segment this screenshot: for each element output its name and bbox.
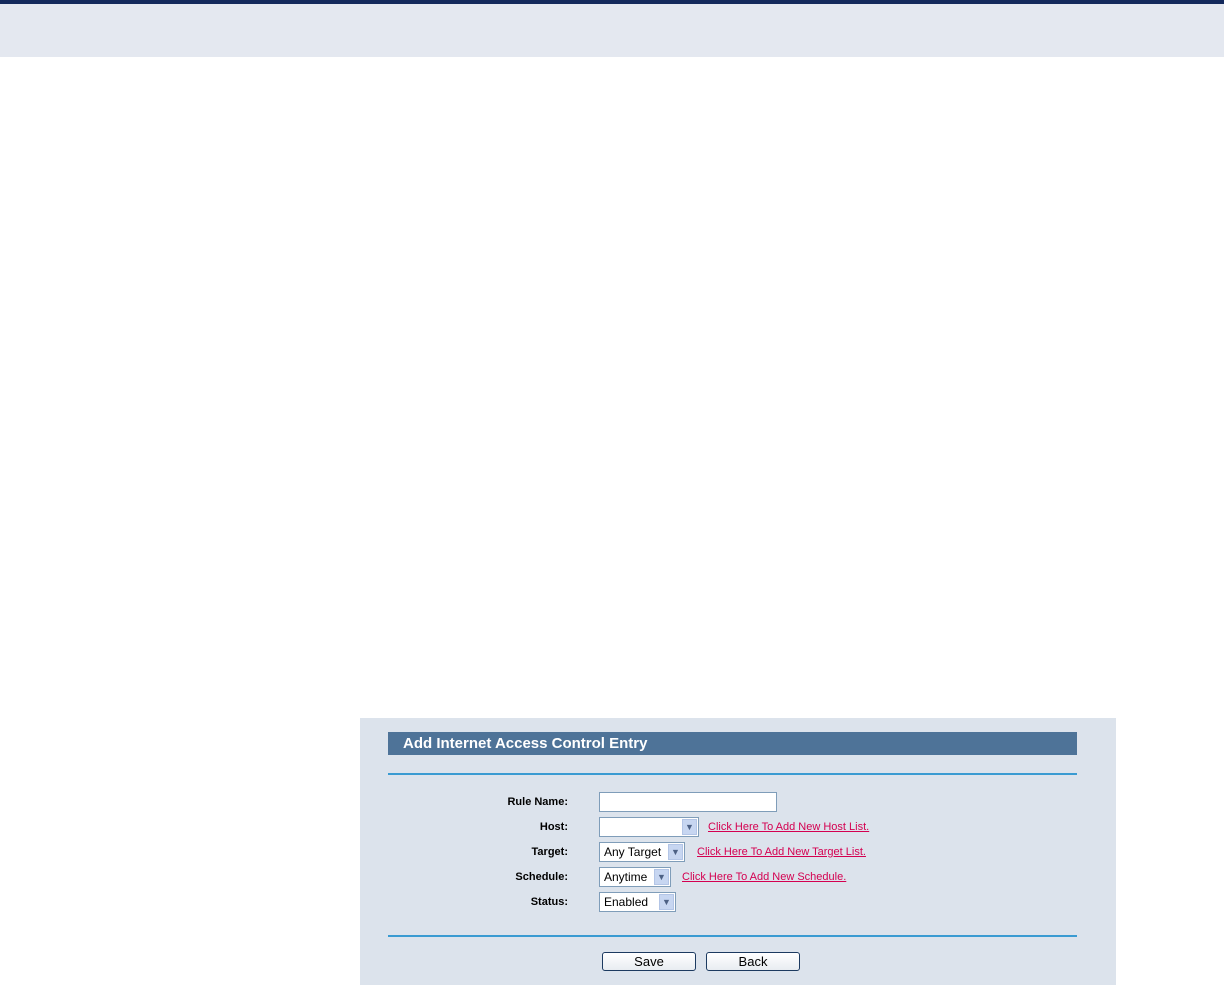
rule-name-row: Rule Name:	[360, 791, 1116, 813]
divider-bottom	[388, 935, 1077, 937]
schedule-label: Schedule:	[515, 871, 568, 883]
schedule-select-value: Anytime	[604, 870, 648, 884]
status-row: Status: Enabled ▼	[360, 891, 1116, 913]
rule-name-label: Rule Name:	[507, 796, 568, 808]
chevron-down-icon[interactable]: ▼	[659, 894, 674, 910]
access-control-panel: Add Internet Access Control Entry Rule N…	[360, 718, 1116, 985]
host-select[interactable]: ▼	[599, 817, 699, 837]
add-schedule-link[interactable]: Click Here To Add New Schedule.	[682, 866, 846, 888]
chevron-down-icon[interactable]: ▼	[668, 844, 683, 860]
panel-title: Add Internet Access Control Entry	[388, 732, 1077, 755]
host-row: Host: ▼ Click Here To Add New Host List.	[360, 816, 1116, 838]
rule-name-input[interactable]	[599, 792, 777, 812]
target-row: Target: Any Target ▼ Click Here To Add N…	[360, 841, 1116, 863]
chevron-down-icon[interactable]: ▼	[654, 869, 669, 885]
back-button[interactable]: Back	[706, 952, 800, 971]
status-label: Status:	[530, 896, 568, 908]
add-host-list-link[interactable]: Click Here To Add New Host List.	[708, 816, 869, 838]
status-select-value: Enabled	[604, 895, 649, 909]
target-label: Target:	[531, 846, 568, 858]
schedule-row: Schedule: Anytime ▼ Click Here To Add Ne…	[360, 866, 1116, 888]
save-button[interactable]: Save	[602, 952, 696, 971]
add-target-list-link[interactable]: Click Here To Add New Target List.	[697, 841, 866, 863]
target-select-value: Any Target	[604, 845, 662, 859]
divider-top	[388, 773, 1077, 775]
schedule-select[interactable]: Anytime ▼	[599, 867, 671, 887]
header-band	[0, 4, 1224, 57]
host-label: Host:	[539, 821, 568, 833]
status-select[interactable]: Enabled ▼	[599, 892, 676, 912]
target-select[interactable]: Any Target ▼	[599, 842, 685, 862]
chevron-down-icon[interactable]: ▼	[682, 819, 697, 835]
